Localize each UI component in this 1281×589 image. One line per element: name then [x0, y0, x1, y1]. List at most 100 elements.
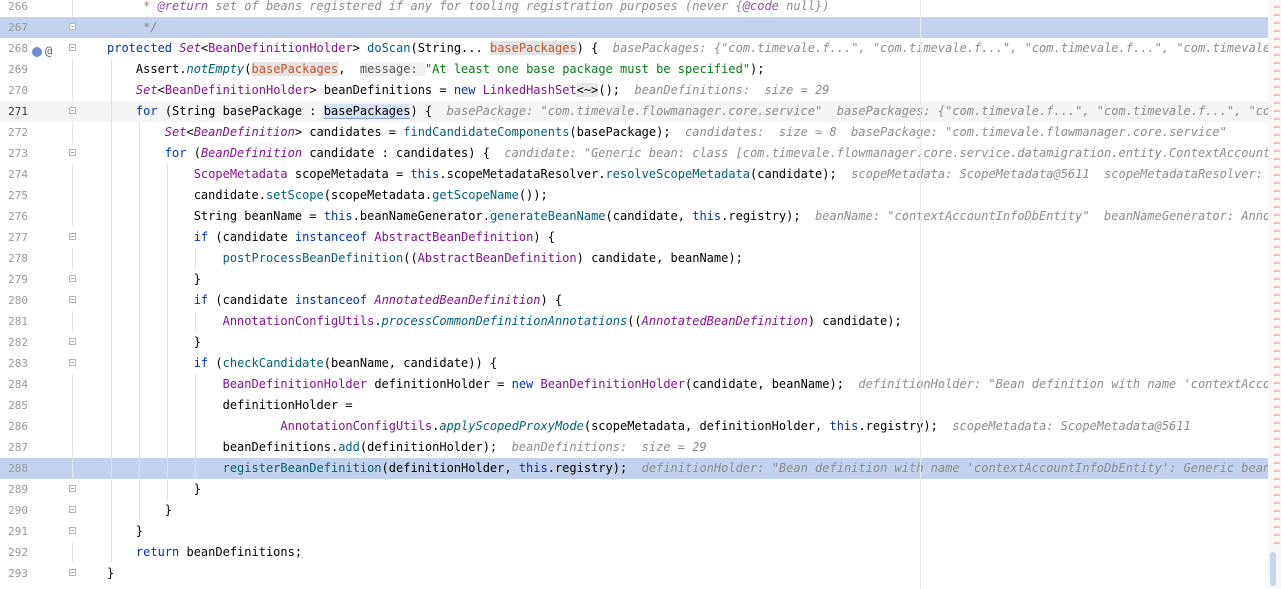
code-line[interactable]: 286 AnnotationConfigUtils.applyScopedPro…	[0, 416, 1268, 437]
scrollbar-marker[interactable]	[1274, 462, 1280, 464]
code-line[interactable]: 288 registerBeanDefinition(definitionHol…	[0, 458, 1277, 479]
code-line[interactable]: 272 Set<BeanDefinition> candidates = fin…	[0, 122, 1268, 143]
fold-toggle-icon[interactable]	[69, 338, 76, 345]
code-text[interactable]: AnnotationConfigUtils.processCommonDefin…	[107, 311, 902, 332]
code-text[interactable]: String beanName = this.beanNameGenerator…	[107, 206, 1281, 227]
line-number[interactable]: 292	[0, 542, 28, 563]
scrollbar-marker[interactable]	[1274, 278, 1280, 280]
line-number[interactable]: 273	[0, 143, 28, 164]
code-line[interactable]: 268 @ protected Set<BeanDefinitionHolder> …	[0, 38, 1281, 59]
code-line[interactable]: 282 }	[0, 332, 1268, 353]
code-text[interactable]: */	[107, 17, 157, 38]
scrollbar-marker[interactable]	[1274, 30, 1280, 32]
scrollbar-marker[interactable]	[1274, 430, 1280, 432]
scrollbar-marker[interactable]	[1274, 390, 1280, 392]
scrollbar-marker[interactable]	[1274, 334, 1280, 336]
scrollbar-marker[interactable]	[1274, 510, 1280, 512]
scrollbar-marker[interactable]	[1274, 158, 1280, 160]
scrollbar-marker[interactable]	[1274, 134, 1280, 136]
line-number[interactable]: 283	[0, 353, 28, 374]
code-text[interactable]: }	[107, 521, 143, 542]
fold-toggle-icon[interactable]	[69, 569, 76, 576]
code-line[interactable]: 278 postProcessBeanDefinition((AbstractB…	[0, 248, 1268, 269]
code-text[interactable]: if (candidate instanceof AnnotatedBeanDe…	[107, 290, 563, 311]
scrollbar-marker[interactable]	[1274, 438, 1280, 440]
line-number[interactable]: 267	[0, 17, 28, 38]
line-number[interactable]: 290	[0, 500, 28, 521]
scrollbar-marker[interactable]	[1274, 206, 1280, 208]
fold-toggle-icon[interactable]	[69, 527, 76, 534]
scrollbar-marker[interactable]	[1274, 174, 1280, 176]
scrollbar-marker[interactable]	[1274, 62, 1280, 64]
scrollbar-marker[interactable]	[1274, 534, 1280, 536]
scrollbar-marker[interactable]	[1274, 326, 1280, 328]
scrollbar-marker[interactable]	[1274, 446, 1280, 448]
code-text[interactable]: protected Set<BeanDefinitionHolder> doSc…	[107, 38, 1281, 59]
scrollbar-marker[interactable]	[1274, 542, 1280, 544]
code-text[interactable]: }	[107, 269, 201, 290]
code-text[interactable]: postProcessBeanDefinition((AbstractBeanD…	[107, 248, 743, 269]
fold-toggle-icon[interactable]	[69, 149, 76, 156]
scrollbar-marker[interactable]	[1274, 342, 1280, 344]
scrollbar-marker[interactable]	[1274, 294, 1280, 296]
fold-toggle-icon[interactable]	[69, 44, 76, 51]
code-text[interactable]: definitionHolder =	[107, 395, 353, 416]
scrollbar-marker[interactable]	[1274, 374, 1280, 376]
scrollbar-marker[interactable]	[1274, 518, 1280, 520]
line-number[interactable]: 281	[0, 311, 28, 332]
code-line[interactable]: 285 definitionHolder =	[0, 395, 1268, 416]
scrollbar-marker[interactable]	[1274, 230, 1280, 232]
code-line[interactable]: 271 for (String basePackage : basePackag…	[0, 101, 1281, 122]
code-text[interactable]: ScopeMetadata scopeMetadata = this.scope…	[107, 164, 1281, 185]
fold-toggle-icon[interactable]	[69, 296, 76, 303]
code-line[interactable]: 281 AnnotationConfigUtils.processCommonD…	[0, 311, 1268, 332]
scrollbar-marker[interactable]	[1274, 470, 1280, 472]
line-number[interactable]: 274	[0, 164, 28, 185]
scrollbar-marker[interactable]	[1274, 286, 1280, 288]
scrollbar-marker[interactable]	[1274, 118, 1280, 120]
line-number[interactable]: 291	[0, 521, 28, 542]
scrollbar-marker[interactable]	[1274, 6, 1280, 8]
code-line[interactable]: 287 beanDefinitions.add(definitionHolder…	[0, 437, 1268, 458]
code-line[interactable]: 292 return beanDefinitions;	[0, 542, 1268, 563]
scrollbar-marker[interactable]	[1274, 526, 1280, 528]
scrollbar-marker[interactable]	[1274, 22, 1280, 24]
code-text[interactable]: if (checkCandidate(beanName, candidate))…	[107, 353, 497, 374]
line-number[interactable]: 278	[0, 248, 28, 269]
scrollbar-marker[interactable]	[1274, 94, 1280, 96]
line-number[interactable]: 279	[0, 269, 28, 290]
scrollbar-marker[interactable]	[1274, 366, 1280, 368]
code-text[interactable]: registerBeanDefinition(definitionHolder,…	[107, 458, 1281, 479]
scrollbar-marker[interactable]	[1274, 198, 1280, 200]
code-text[interactable]: }	[107, 479, 201, 500]
code-line[interactable]: 277 if (candidate instanceof AbstractBea…	[0, 227, 1268, 248]
code-text[interactable]: * @return set of beans registered if any…	[107, 0, 829, 17]
line-number[interactable]: 282	[0, 332, 28, 353]
code-line[interactable]: 293}	[0, 563, 1268, 584]
code-text[interactable]: candidate.setScope(scopeMetadata.getScop…	[107, 185, 548, 206]
scrollbar-marker[interactable]	[1274, 494, 1280, 496]
scrollbar-marker[interactable]	[1274, 70, 1280, 72]
code-line[interactable]: 267 */	[0, 17, 1268, 38]
code-text[interactable]: if (candidate instanceof AbstractBeanDef…	[107, 227, 555, 248]
line-number[interactable]: 266	[0, 0, 28, 17]
fold-toggle-icon[interactable]	[69, 359, 76, 366]
scrollbar-marker[interactable]	[1274, 254, 1280, 256]
fold-toggle-icon[interactable]	[69, 107, 76, 114]
code-line[interactable]: 290 }	[0, 500, 1268, 521]
code-line[interactable]: 269 Assert.notEmpty(basePackages, messag…	[0, 59, 1268, 80]
line-number[interactable]: 286	[0, 416, 28, 437]
code-line[interactable]: 280 if (candidate instanceof AnnotatedBe…	[0, 290, 1268, 311]
line-number[interactable]: 271	[0, 101, 28, 122]
scrollbar-marker[interactable]	[1274, 406, 1280, 408]
scrollbar-marker[interactable]	[1274, 318, 1280, 320]
scrollbar-marker[interactable]	[1274, 486, 1280, 488]
code-text[interactable]: BeanDefinitionHolder definitionHolder = …	[107, 374, 1281, 395]
line-number[interactable]: 270	[0, 80, 28, 101]
code-line[interactable]: 270 Set<BeanDefinitionHolder> beanDefini…	[0, 80, 1268, 101]
scrollbar-marker[interactable]	[1274, 398, 1280, 400]
code-line[interactable]: 276 String beanName = this.beanNameGener…	[0, 206, 1281, 227]
scrollbar-marker[interactable]	[1274, 214, 1280, 216]
scrollbar-marker[interactable]	[1274, 382, 1280, 384]
fold-toggle-icon[interactable]	[69, 275, 76, 282]
